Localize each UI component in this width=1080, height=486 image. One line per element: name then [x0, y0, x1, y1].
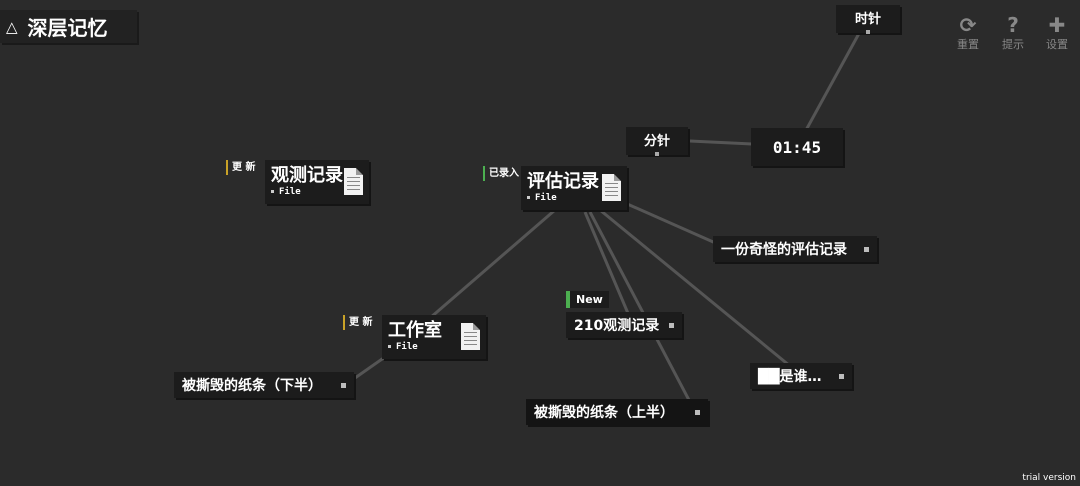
node-hour-hand[interactable]: 时针 — [836, 5, 900, 34]
node-dot — [839, 373, 844, 379]
file-type: File — [271, 187, 301, 197]
settings-button[interactable]: ✚ 设置 — [1037, 14, 1077, 52]
node-minute-hand-label: 分针 — [643, 134, 670, 149]
node-dot — [341, 382, 346, 388]
document-icon — [344, 168, 363, 195]
entered-tag: 已录入 — [483, 166, 519, 181]
file-name: 评估记录 — [527, 171, 599, 192]
triangle-icon: △ — [6, 17, 18, 36]
link-minute-clock — [689, 139, 753, 146]
new-tag: New — [566, 291, 609, 308]
node-record-210[interactable]: 210观测记录 — [566, 312, 682, 338]
node-assessment-record[interactable]: 评估记录 File — [521, 166, 627, 210]
node-clock[interactable]: 01:45 — [751, 128, 843, 166]
update-tag: 更 新 — [226, 160, 255, 175]
page-title-text: 深层记忆 — [27, 16, 108, 40]
node-minute-hand[interactable]: 分针 — [626, 127, 688, 156]
node-label: 一份奇怪的评估记录 — [721, 242, 847, 258]
clock-time: 01:45 — [772, 137, 822, 157]
node-label: ██是谁… — [758, 369, 822, 385]
hint-button[interactable]: ? 提示 — [993, 14, 1033, 52]
question-icon: ? — [1007, 13, 1019, 37]
node-observation-record[interactable]: 观测记录 File — [265, 160, 369, 204]
file-type: File — [527, 193, 557, 203]
node-label: 210观测记录 — [574, 318, 660, 334]
node-label: 被撕毁的纸条（上半） — [534, 405, 674, 421]
node-hour-hand-label: 时针 — [854, 12, 881, 27]
node-torn-note-lower[interactable]: 被撕毁的纸条（下半） — [174, 372, 354, 398]
link-assessment-who — [599, 208, 791, 368]
node-dot — [695, 409, 700, 415]
plus-icon: ✚ — [1048, 13, 1066, 37]
file-name: 工作室 — [388, 320, 442, 341]
link-assessment-studio — [429, 208, 556, 320]
node-dot — [864, 246, 869, 252]
node-dot — [669, 322, 674, 328]
file-type: File — [388, 342, 418, 352]
node-who-is[interactable]: ██是谁… — [750, 363, 852, 389]
node-minute-hand-dot — [655, 152, 659, 156]
page-title: △ 深层记忆 — [0, 10, 137, 43]
node-studio[interactable]: 工作室 File — [382, 315, 486, 359]
node-torn-note-upper[interactable]: 被撕毁的纸条（上半） — [526, 399, 708, 425]
node-strange-assessment[interactable]: 一份奇怪的评估记录 — [713, 236, 877, 262]
settings-label: 设置 — [1046, 38, 1068, 51]
reset-button[interactable]: ⟳ 重置 — [948, 14, 988, 52]
link-assessment-strange — [624, 201, 721, 247]
node-label: 被撕毁的纸条（下半） — [182, 378, 322, 394]
node-hour-hand-dot — [866, 30, 870, 34]
reset-icon: ⟳ — [959, 13, 977, 37]
file-name: 观测记录 — [271, 165, 343, 186]
document-icon — [602, 174, 621, 201]
hint-label: 提示 — [1002, 38, 1024, 51]
reset-label: 重置 — [957, 38, 979, 51]
document-icon — [461, 323, 480, 350]
update-tag: 更 新 — [343, 315, 372, 330]
trial-watermark: trial version — [1022, 473, 1076, 483]
link-hour-clock — [803, 27, 864, 133]
